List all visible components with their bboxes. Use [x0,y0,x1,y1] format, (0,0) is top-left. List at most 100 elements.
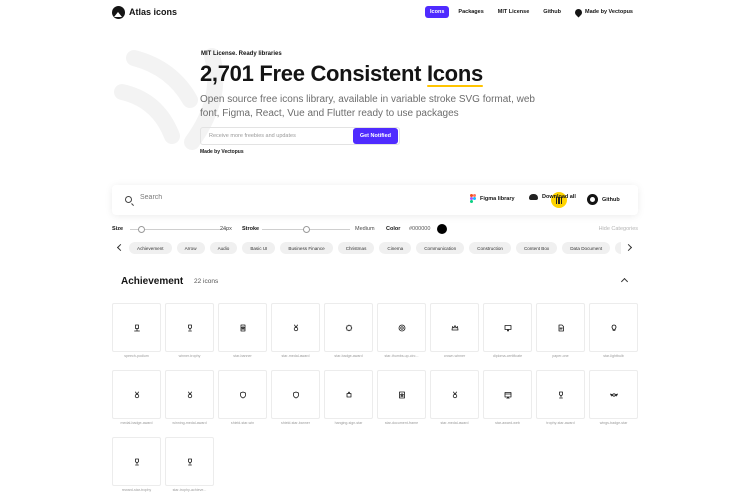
category-chip[interactable]: Construction [469,242,511,254]
shield-icon [239,391,246,398]
icon-card[interactable]: star-award-web [483,370,532,425]
icon-card[interactable]: star-badge-award [324,303,373,358]
sign-icon [346,391,351,397]
trophy-icon [187,324,192,331]
icon-name: winner-trophy [178,354,201,358]
hide-categories-button[interactable]: Hide Categories [599,226,638,232]
download-all-button[interactable]: Download all [529,194,576,200]
category-chip[interactable]: Basic UI [242,242,276,254]
nav-icons[interactable]: Icons [425,6,450,18]
icon-tile[interactable] [218,370,267,419]
icon-card[interactable]: star-document-frame [377,370,426,425]
icon-card[interactable]: shield-star-banner [271,370,320,425]
category-chip[interactable]: Business Finance [280,242,333,254]
nav-packages[interactable]: Packages [453,6,488,18]
color-swatch[interactable] [437,224,447,234]
icon-card[interactable]: medal-badge-award [112,370,161,425]
nav-mit-license[interactable]: MIT License [493,6,534,18]
brand[interactable]: Atlas icons [112,5,178,19]
nav-github[interactable]: Github [538,6,566,18]
icon-card[interactable]: reward-star-trophy [112,437,161,492]
category-chip[interactable]: Content Box [515,242,558,254]
icon-card[interactable]: star-lightbulb [589,303,638,358]
figma-library-button[interactable]: Figma library [470,194,515,203]
icon-name: star-medal-award [281,354,310,358]
icon-card[interactable]: paper-one [536,303,585,358]
github-button[interactable]: Github [587,194,620,205]
icon-card[interactable]: star-medal-award [271,303,320,358]
search-input[interactable] [140,194,340,201]
icon-name: medal-badge-award [120,421,153,425]
icon-tile[interactable] [112,370,161,419]
icon-tile[interactable] [112,303,161,352]
icon-tile[interactable] [589,303,638,352]
category-chip[interactable]: Communication [416,242,465,254]
icon-card[interactable]: star-thumbs-up-circ... [377,303,426,358]
icon-tile[interactable] [589,370,638,419]
trophy-icon [558,391,563,398]
atlas-logo-icon [112,5,125,19]
icon-tile[interactable] [324,303,373,352]
chevron-up-icon[interactable] [620,277,629,286]
category-chip[interactable]: Audio [209,242,238,254]
email-field[interactable] [209,133,339,139]
icon-card[interactable]: shield-star-win [218,370,267,425]
shield-icon [292,391,299,398]
icon-name: shield-star-win [230,421,255,425]
category-chip[interactable]: Cinema [379,242,412,254]
icon-tile[interactable] [377,303,426,352]
category-chip[interactable]: Achievement [129,242,172,254]
icon-name: reward-star-trophy [121,488,152,492]
icon-tile[interactable] [165,437,214,486]
search-icon [125,196,132,203]
icon-card[interactable]: star-trophy-achieve... [165,437,214,492]
icon-tile[interactable] [165,370,214,419]
icon-card[interactable]: star-medal-award [430,370,479,425]
color-hex-input[interactable]: #000000 [409,226,430,232]
icon-card[interactable]: wings-badge-star [589,370,638,425]
icon-tile[interactable] [483,303,532,352]
icon-card[interactable]: diploma-certificate [483,303,532,358]
size-label: Size [112,226,124,232]
nav-vectopus[interactable]: Made by Vectopus [570,6,638,19]
icon-tile[interactable] [536,370,585,419]
icon-tile[interactable] [324,370,373,419]
icon-tile[interactable] [430,303,479,352]
icon-tile[interactable] [218,303,267,352]
top-nav: Atlas icons Icons Packages MIT License G… [112,4,638,20]
icon-name: star-document-frame [384,421,419,425]
icon-card[interactable]: hanging-sign-star [324,370,373,425]
figma-icon [470,194,476,203]
icon-card[interactable]: speech-podium [112,303,161,358]
chevron-left-icon[interactable] [116,243,125,252]
github-label: Github [602,196,620,203]
vectopus-heart-icon [573,7,584,17]
category-chip[interactable]: Arrow [176,242,205,254]
made-by-link[interactable]: Made by Vectopus [200,149,244,155]
icon-card[interactable]: winner-trophy [165,303,214,358]
category-chip[interactable]: Data Document [562,242,611,254]
icon-tile[interactable] [536,303,585,352]
icon-card[interactable]: winning-medal-award [165,370,214,425]
stroke-slider-handle[interactable] [302,226,310,233]
chevron-right-icon[interactable] [624,243,633,252]
category-chip[interactable]: Christmas [337,242,375,254]
page: Atlas icons Icons Packages MIT License G… [0,0,750,500]
brand-name: Atlas icons [129,7,178,17]
medal-icon [293,324,298,331]
icon-card[interactable]: trophy-star-award [536,370,585,425]
category-chip[interactable]: Ecology [615,242,621,254]
icon-tile[interactable] [430,370,479,419]
get-notified-button[interactable]: Get Notified [352,128,398,144]
icon-card[interactable]: star-banner [218,303,267,358]
medal-icon [187,391,192,398]
size-slider-handle[interactable] [138,226,146,233]
icon-tile[interactable] [377,370,426,419]
circle-icon [398,324,405,331]
icon-tile[interactable] [112,437,161,486]
icon-tile[interactable] [483,370,532,419]
icon-card[interactable]: crown-winner [430,303,479,358]
icon-tile[interactable] [271,370,320,419]
icon-tile[interactable] [271,303,320,352]
icon-tile[interactable] [165,303,214,352]
